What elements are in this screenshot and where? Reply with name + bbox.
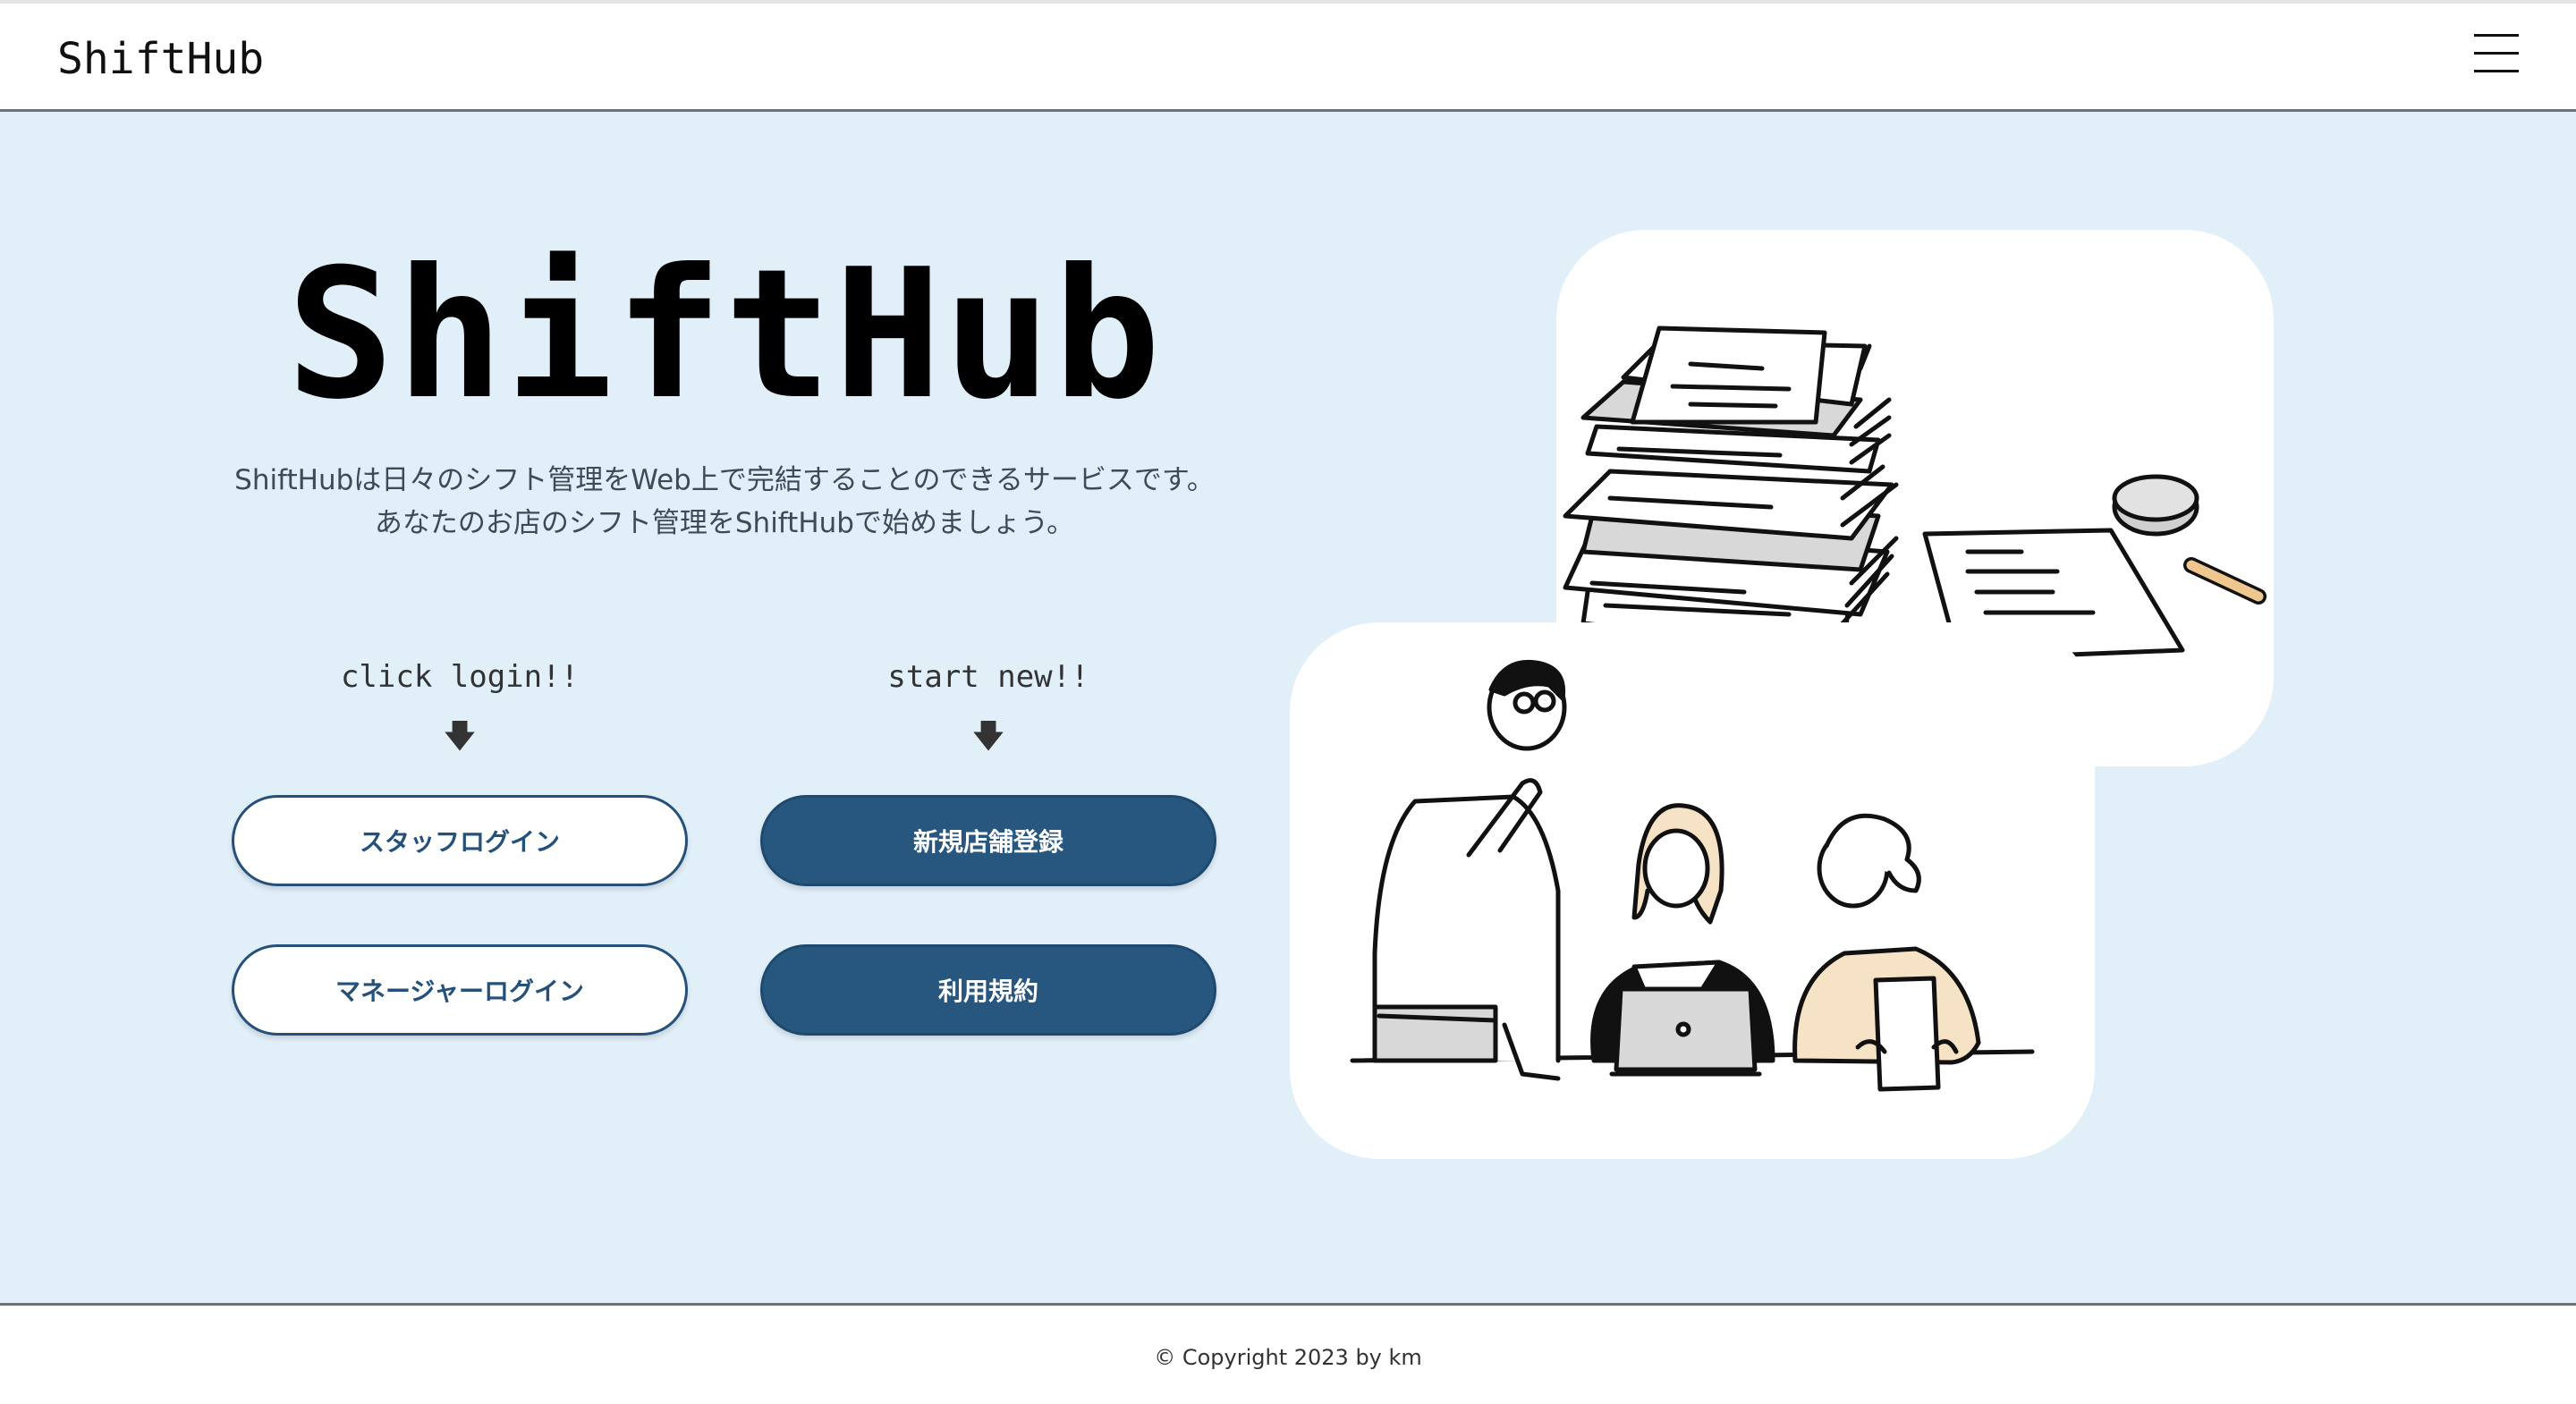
new-down-arrow-icon: 🡇 [971,718,1005,755]
register-store-button[interactable]: 新規店舗登録 [760,795,1216,886]
hero-description-line1: ShiftHubは日々のシフト管理をWeb上で完結することのできるサービスです。 [234,464,1215,496]
login-down-arrow-icon: 🡇 [443,718,477,755]
copyright-text: © Copyright 2023 by km [1154,1345,1422,1370]
hero-description-line2: あなたのお店のシフト管理をShiftHubで始めましょう。 [374,507,1075,539]
manager-login-button[interactable]: マネージャーログイン [232,944,688,1036]
brand-logo[interactable]: ShiftHub [57,34,264,84]
team-card [1290,622,2095,1159]
hero-description: ShiftHubは日々のシフト管理をWeb上で完結することのできるサービスです。… [143,459,1306,545]
terms-button[interactable]: 利用規約 [760,944,1216,1036]
new-caption: start new!! [887,659,1089,695]
hero-section: ShiftHub ShiftHubは日々のシフト管理をWeb上で完結することので… [0,112,2576,1303]
staff-login-button[interactable]: スタッフログイン [232,795,688,886]
team-meeting-illustration [1350,659,2035,1092]
site-header: ShiftHub [0,4,2576,112]
hamburger-menu-icon[interactable] [2474,30,2519,75]
login-caption: click login!! [340,659,580,695]
site-footer: © Copyright 2023 by km [0,1303,2576,1404]
hero-title: ShiftHub [286,231,1163,439]
